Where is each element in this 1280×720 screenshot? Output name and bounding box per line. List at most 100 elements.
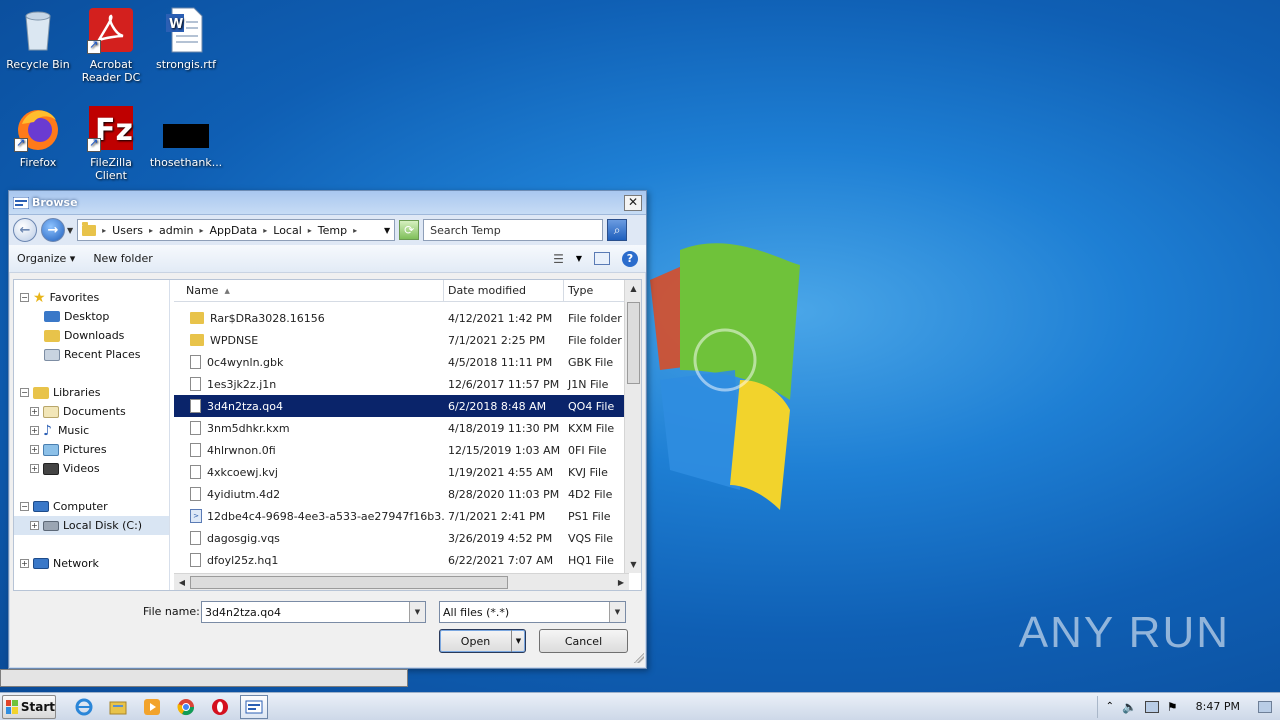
search-button[interactable]: ⌕	[607, 219, 628, 241]
show-desktop-icon[interactable]	[1258, 700, 1272, 713]
file-row[interactable]: 0c4wynln.gbk 4/5/2018 11:11 PM GBK File	[174, 351, 629, 373]
resize-grip-icon[interactable]	[634, 653, 644, 663]
search-input[interactable]: Search Temp	[423, 219, 604, 241]
tree-item-downloads[interactable]: Downloads	[14, 326, 169, 345]
expand-icon[interactable]: +	[30, 464, 39, 473]
collapse-icon[interactable]: −	[20, 388, 29, 397]
file-row[interactable]: 4xkcoewj.kvj 1/19/2021 4:55 AM KVJ File	[174, 461, 629, 483]
desktop-icon-acrobat[interactable]: Acrobat Reader DC	[73, 6, 149, 84]
chevron-right-icon[interactable]: ▸	[353, 226, 357, 235]
network-tray-icon[interactable]	[1144, 700, 1159, 713]
tree-item-documents[interactable]: + Documents	[14, 402, 169, 421]
scroll-left-icon[interactable]: ◀	[174, 574, 190, 591]
file-row[interactable]: 4hlrwnon.0fi 12/15/2019 1:03 AM 0FI File	[174, 439, 629, 461]
preview-pane-icon[interactable]	[594, 252, 610, 265]
chevron-right-icon[interactable]: ▸	[199, 226, 203, 235]
breadcrumb-local[interactable]: Local	[273, 224, 302, 237]
tree-item-libraries[interactable]: − Libraries	[14, 383, 169, 402]
file-row[interactable]: 4yidiutm.4d2 8/28/2020 11:03 PM 4D2 File	[174, 483, 629, 505]
tree-item-local-disk[interactable]: + Local Disk (C:)	[14, 516, 169, 535]
dialog-titlebar[interactable]: Browse ✕	[9, 191, 646, 215]
chevron-down-icon[interactable]: ▼	[409, 602, 425, 622]
desktop-icon-firefox[interactable]: Firefox	[0, 104, 76, 169]
new-folder-button[interactable]: New folder	[93, 252, 152, 265]
file-row[interactable]: Rar$DRa3028.16156 4/12/2021 1:42 PM File f…	[174, 307, 629, 329]
file-row[interactable]: >12dbe4c4-9698-4ee3-a533-ae27947f16b3.ps…	[174, 505, 629, 527]
back-button[interactable]: ←	[13, 218, 37, 242]
tree-item-recent-places[interactable]: Recent Places	[14, 345, 169, 364]
address-dropdown-icon[interactable]: ▼	[384, 226, 390, 235]
breadcrumb-appdata[interactable]: AppData	[209, 224, 257, 237]
show-hidden-icons-icon[interactable]: ⌃	[1106, 701, 1114, 712]
volume-icon[interactable]: 🔈	[1122, 700, 1137, 714]
collapse-icon[interactable]: −	[20, 502, 29, 511]
file-row[interactable]: 1es3jk2z.j1n 12/6/2017 11:57 PM J1N File	[174, 373, 629, 395]
taskbar-explorer[interactable]	[104, 695, 132, 719]
expand-icon[interactable]: +	[20, 559, 29, 568]
window-app-icon	[13, 196, 29, 209]
scroll-thumb[interactable]	[627, 302, 640, 384]
scroll-down-icon[interactable]: ▼	[625, 556, 642, 573]
expand-icon[interactable]: +	[30, 426, 39, 435]
address-bar[interactable]: ▸ Users ▸ admin ▸ AppData ▸ Local ▸ Temp…	[77, 219, 396, 241]
column-header-name[interactable]: Name ▲	[174, 280, 444, 301]
start-button[interactable]: Start	[2, 694, 56, 719]
taskbar-media-player[interactable]	[138, 695, 166, 719]
breadcrumb-users[interactable]: Users	[112, 224, 143, 237]
file-row[interactable]: dfoyl25z.hq1 6/22/2021 7:07 AM HQ1 File	[174, 549, 629, 571]
expand-icon[interactable]: +	[30, 407, 39, 416]
help-icon[interactable]: ?	[622, 250, 638, 267]
refresh-button[interactable]: ⟳	[399, 220, 420, 240]
tree-item-network[interactable]: + Network	[14, 554, 169, 573]
scroll-up-icon[interactable]: ▲	[625, 280, 642, 297]
taskbar-chrome[interactable]	[172, 695, 200, 719]
chevron-right-icon[interactable]: ▸	[102, 226, 106, 235]
tree-item-pictures[interactable]: + Pictures	[14, 440, 169, 459]
chevron-down-icon[interactable]: ▼	[609, 602, 625, 622]
desktop-icon-recycle-bin[interactable]: Recycle Bin	[0, 6, 76, 71]
view-dropdown-icon[interactable]: ▼	[576, 254, 582, 263]
taskbar-browse-dialog[interactable]	[240, 694, 268, 719]
desktop-icon-strongis-rtf[interactable]: W strongis.rtf	[148, 6, 224, 71]
file-name-input[interactable]: 3d4n2tza.qo4 ▼	[201, 601, 426, 623]
expand-icon[interactable]: +	[30, 445, 39, 454]
view-options-icon[interactable]: ☰	[553, 252, 564, 266]
chevron-right-icon[interactable]: ▸	[308, 226, 312, 235]
file-type-filter[interactable]: All files (*.*) ▼	[439, 601, 626, 623]
scroll-right-icon[interactable]: ▶	[613, 574, 629, 591]
close-button[interactable]: ✕	[624, 194, 642, 211]
breadcrumb-admin[interactable]: admin	[159, 224, 193, 237]
tree-item-music[interactable]: + ♪ Music	[14, 421, 169, 440]
downloads-folder-icon	[44, 329, 60, 342]
scroll-thumb[interactable]	[190, 576, 508, 589]
collapse-icon[interactable]: −	[20, 293, 29, 302]
taskbar-ie[interactable]	[70, 695, 98, 719]
file-row[interactable]: WPDNSE 7/1/2021 2:25 PM File folder	[174, 329, 629, 351]
forward-button[interactable]: →	[41, 218, 65, 242]
tree-item-videos[interactable]: + Videos	[14, 459, 169, 478]
column-header-date[interactable]: Date modified	[444, 280, 564, 301]
desktop-icon-filezilla[interactable]: Fz FileZilla Client	[73, 104, 149, 182]
tree-item-computer[interactable]: − Computer	[14, 497, 169, 516]
file-row[interactable]: 3nm5dhkr.kxm 4/18/2019 11:30 PM KXM File	[174, 417, 629, 439]
tree-item-favorites[interactable]: − ★ Favorites	[14, 288, 169, 307]
organize-button[interactable]: Organize ▾	[17, 252, 75, 265]
file-row[interactable]: dagosgig.vqs 3/26/2019 4:52 PM VQS File	[174, 527, 629, 549]
taskbar-opera[interactable]	[206, 695, 234, 719]
action-center-flag-icon[interactable]: ⚑	[1167, 700, 1178, 714]
cancel-button[interactable]: Cancel	[539, 629, 628, 653]
expand-icon[interactable]: +	[30, 521, 39, 530]
desktop-icon-thosethank[interactable]: thosethank...	[148, 104, 224, 169]
open-button[interactable]: Open ▼	[439, 629, 526, 653]
column-header-type[interactable]: Type	[564, 280, 624, 301]
vertical-scrollbar[interactable]: ▲ ▼	[624, 280, 641, 573]
clock[interactable]: 8:47 PM	[1196, 700, 1240, 713]
breadcrumb-temp[interactable]: Temp	[318, 224, 347, 237]
chevron-right-icon[interactable]: ▸	[263, 226, 267, 235]
tree-item-desktop[interactable]: Desktop	[14, 307, 169, 326]
recent-locations-dropdown[interactable]: ▼	[67, 226, 73, 235]
chevron-right-icon[interactable]: ▸	[149, 226, 153, 235]
open-dropdown-icon[interactable]: ▼	[511, 630, 525, 652]
file-row[interactable]: 3d4n2tza.qo4 6/2/2018 8:48 AM QO4 File	[174, 395, 629, 417]
horizontal-scrollbar[interactable]: ◀ ▶	[174, 573, 629, 590]
